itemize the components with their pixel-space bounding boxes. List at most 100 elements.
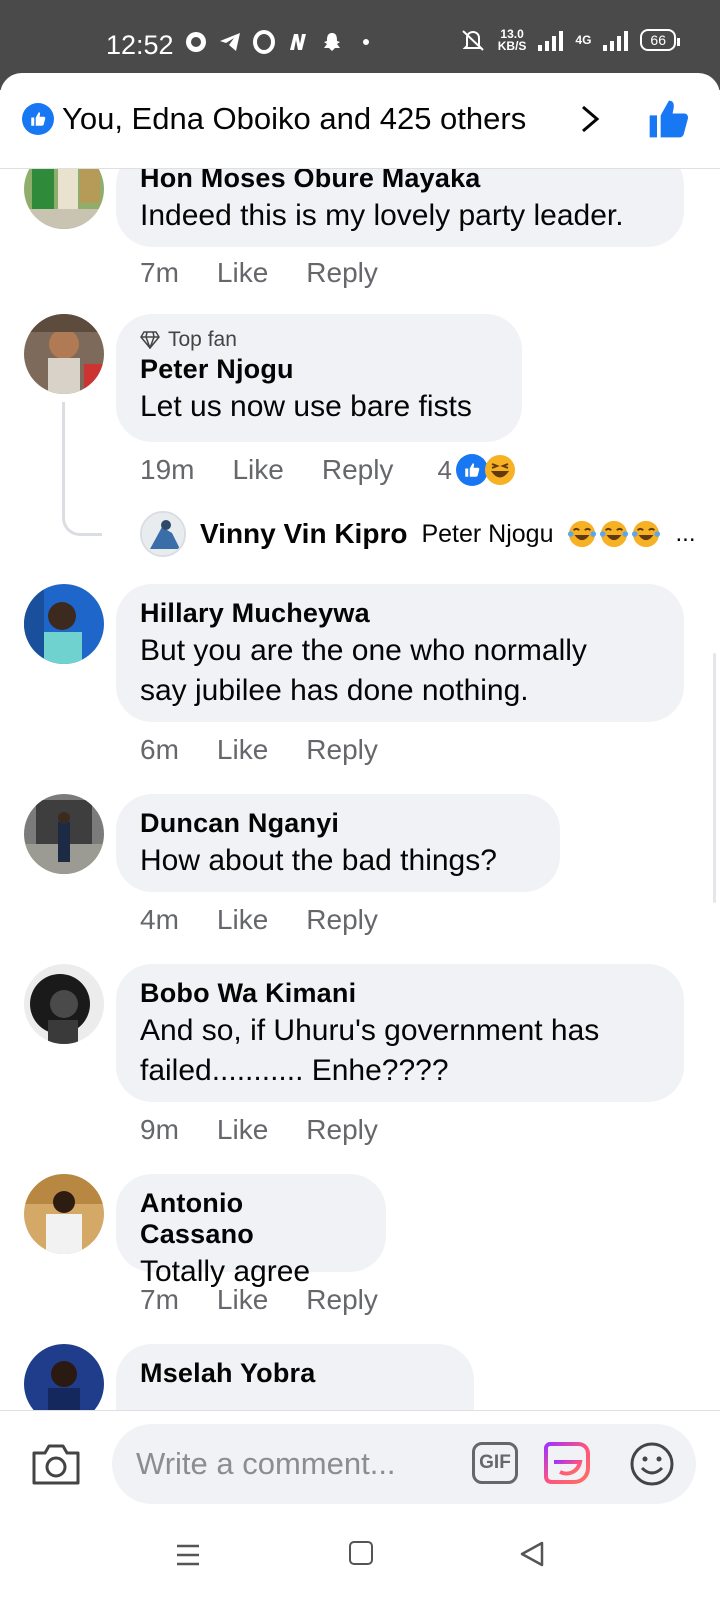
like-button[interactable]: Like xyxy=(217,257,268,289)
comment-composer: GIF xyxy=(0,1410,720,1510)
comment-actions: 6m Like Reply xyxy=(140,734,378,766)
commenter-name[interactable]: Peter Njogu xyxy=(140,354,498,385)
like-button[interactable]: Like xyxy=(217,904,268,936)
comment-bubble[interactable]: Hon Moses Obure Mayaka Indeed this is my… xyxy=(116,169,684,247)
comment-time: 19m xyxy=(140,454,195,485)
reaction-summary[interactable]: 4 xyxy=(437,454,515,486)
reply-preview[interactable]: Vinny Vin Kipro Peter Njogu ... xyxy=(140,511,696,557)
telegram-icon xyxy=(220,33,240,51)
gif-button[interactable]: GIF xyxy=(472,1442,518,1484)
tears-of-joy-icon xyxy=(568,520,597,548)
like-button[interactable]: Like xyxy=(217,1284,268,1316)
commenter-name[interactable]: Hon Moses Obure Mayaka xyxy=(140,169,660,194)
avatar[interactable] xyxy=(24,314,104,394)
comment-actions: 4m Like Reply xyxy=(140,904,378,936)
reactions-header[interactable]: You, Edna Oboiko and 425 others xyxy=(0,73,720,169)
reply-button[interactable]: Reply xyxy=(306,1284,378,1316)
tears-of-joy-icon xyxy=(600,520,629,548)
comment-text: How about the bad things? xyxy=(140,844,497,877)
laughing-emoji-icons xyxy=(567,519,661,549)
dot-icon xyxy=(363,39,369,45)
emoji-icon[interactable] xyxy=(628,1440,676,1488)
commenter-name[interactable]: Bobo Wa Kimani xyxy=(140,978,660,1009)
thread-connector xyxy=(62,402,102,536)
like-reaction-icon xyxy=(22,103,54,135)
badge-label: Top fan xyxy=(168,328,237,351)
camera-icon[interactable] xyxy=(30,1441,82,1487)
commenter-name[interactable]: Duncan Nganyi xyxy=(140,808,536,839)
comment-bubble[interactable]: Bobo Wa Kimani And so, if Uhuru's govern… xyxy=(116,964,684,1102)
network-type: 4G xyxy=(575,33,592,47)
comment-actions: 19m Like Reply 4 xyxy=(140,454,516,486)
comment-text: Let us now use bare fists xyxy=(140,390,472,423)
signal-bars-icon xyxy=(538,29,564,51)
haha-reaction-icon xyxy=(484,454,516,486)
reply-button[interactable]: Reply xyxy=(306,904,378,936)
comment-time: 7m xyxy=(140,257,179,288)
comment-time: 4m xyxy=(140,904,179,935)
tears-of-joy-icon xyxy=(632,520,661,548)
reply-mention: Peter Njogu xyxy=(421,519,554,548)
reply-button[interactable]: Reply xyxy=(306,257,378,289)
commenter-name[interactable]: Hillary Mucheywa xyxy=(140,598,660,629)
top-fan-badge: Top fan xyxy=(140,328,498,352)
comment-actions: 7m Like Reply xyxy=(140,1284,378,1316)
home-icon[interactable] xyxy=(349,1541,373,1565)
comment-actions: 9m Like Reply xyxy=(140,1114,378,1146)
reaction-count: 4 xyxy=(437,454,452,485)
recent-apps-icon[interactable] xyxy=(175,1543,201,1567)
comment-bubble[interactable]: Top fan Peter Njogu Let us now use bare … xyxy=(116,314,522,442)
notification-icons xyxy=(184,30,378,54)
signal-bars-icon-2 xyxy=(603,29,629,51)
comment-time: 9m xyxy=(140,1114,179,1145)
comment-text-line-2: failed........... Enhe???? xyxy=(140,1054,449,1087)
comment-bubble[interactable]: Antonio Cassano Totally agree xyxy=(116,1174,386,1288)
chevron-right-icon[interactable] xyxy=(575,103,605,135)
avatar[interactable] xyxy=(24,169,104,229)
reply-avatar[interactable] xyxy=(140,511,186,557)
like-button[interactable]: Like xyxy=(232,454,283,486)
commenter-name[interactable]: Antonio Cassano xyxy=(140,1188,362,1250)
diamond-icon xyxy=(140,331,160,349)
comments-sheet: You, Edna Oboiko and 425 others Hon Mose… xyxy=(0,73,720,1600)
like-button-icon[interactable] xyxy=(646,97,690,141)
comment-input-container[interactable]: GIF xyxy=(112,1424,696,1504)
back-icon[interactable] xyxy=(518,1540,546,1568)
comment-bubble[interactable]: Hillary Mucheywa But you are the one who… xyxy=(116,584,684,722)
opera-icon xyxy=(253,30,275,54)
avatar[interactable] xyxy=(24,964,104,1044)
commenter-name[interactable]: Mselah Yobra xyxy=(140,1358,450,1389)
system-status: 13.0 KB/S 4G 66 xyxy=(460,28,680,52)
comment-text-line-2: say jubilee has done nothing. xyxy=(140,674,529,707)
scrollbar[interactable] xyxy=(713,653,716,903)
whatsapp-icon xyxy=(186,32,206,52)
n-app-icon xyxy=(290,34,306,50)
reply-button[interactable]: Reply xyxy=(306,734,378,766)
avatar[interactable] xyxy=(24,794,104,874)
like-button[interactable]: Like xyxy=(217,1114,268,1146)
reply-ellipsis: ... xyxy=(675,520,696,547)
like-button[interactable]: Like xyxy=(217,734,268,766)
speed-unit: KB/S xyxy=(497,39,527,53)
network-speed: 13.0 KB/S xyxy=(498,28,527,52)
avatar-sticker-icon[interactable] xyxy=(542,1438,592,1488)
comment-text-line-1: But you are the one who normally xyxy=(140,634,587,667)
comment-time: 6m xyxy=(140,734,179,765)
reply-button[interactable]: Reply xyxy=(306,1114,378,1146)
comment-time: 7m xyxy=(140,1284,179,1315)
comment-actions: 7m Like Reply xyxy=(140,257,378,289)
battery-icon: 66 xyxy=(640,29,680,51)
system-nav-bar xyxy=(0,1510,720,1600)
comment-text-line-1: And so, if Uhuru's government has xyxy=(140,1014,600,1047)
comments-list[interactable]: Hon Moses Obure Mayaka Indeed this is my… xyxy=(0,169,720,1483)
reactions-summary[interactable]: You, Edna Oboiko and 425 others xyxy=(62,101,526,137)
comment-input[interactable] xyxy=(136,1446,436,1482)
comment-bubble[interactable]: Duncan Nganyi How about the bad things? xyxy=(116,794,560,892)
reply-author-name[interactable]: Vinny Vin Kipro xyxy=(200,518,407,550)
avatar[interactable] xyxy=(24,1174,104,1254)
comment-text: Indeed this is my lovely party leader. xyxy=(140,199,624,232)
avatar[interactable] xyxy=(24,584,104,664)
status-time: 12:52 xyxy=(106,30,174,60)
reply-button[interactable]: Reply xyxy=(322,454,394,486)
mute-icon xyxy=(462,30,484,51)
